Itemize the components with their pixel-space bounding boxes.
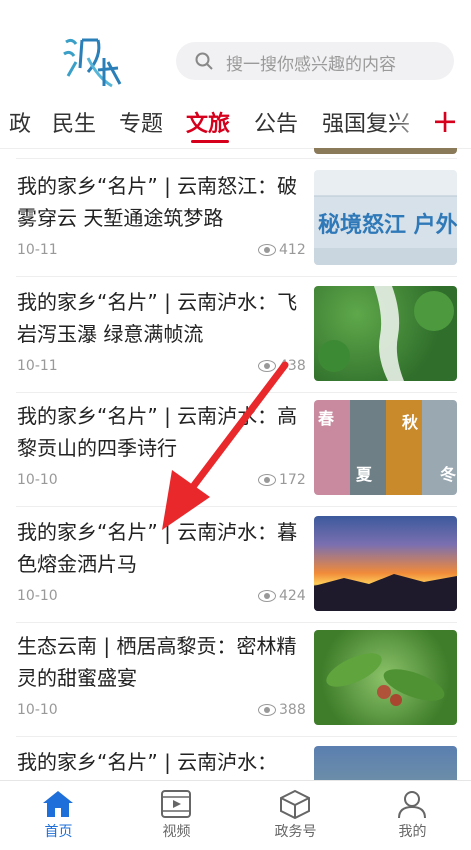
tab-special[interactable]: 专题 — [119, 106, 163, 138]
article-title: 我的家乡“名片” | 云南泸水：飞岩泻玉瀑 绿意满帧流 — [17, 290, 298, 346]
article-title: 我的家乡“名片” | 云南怒江：破雾穿云 天堑通途筑梦路 — [17, 174, 298, 230]
article-date: 10-11 — [17, 358, 58, 374]
article-thumbnail — [314, 286, 457, 381]
tab-culture-tourism[interactable]: 文旅 — [186, 106, 230, 138]
video-icon — [161, 790, 191, 818]
article-item[interactable]: 生态云南 | 栖居高黎贡：密林精灵的甜蜜盛宴 10-10 388 — [0, 620, 471, 734]
home-icon — [43, 791, 73, 817]
eye-icon — [258, 474, 276, 486]
nav-profile-label: 我的 — [398, 824, 427, 840]
thumbnail-text: 秘境怒江 户外天 — [318, 212, 457, 238]
tab-livelihood[interactable]: 民生 — [52, 106, 96, 138]
nav-home-label: 首页 — [44, 824, 73, 840]
eye-icon — [258, 360, 276, 372]
nav-government[interactable]: 政务号 — [237, 781, 354, 841]
article-thumbnail: 春 夏 秋 冬 — [314, 400, 457, 495]
divider — [16, 158, 457, 159]
article-thumbnail — [314, 516, 457, 611]
app-logo — [63, 38, 122, 88]
tabs-fade — [392, 100, 430, 146]
active-tab-indicator — [191, 140, 229, 143]
article-title: 我的家乡“名片” | 云南泸水：暮色熔金洒片马 — [17, 520, 298, 576]
search-placeholder: 搜一搜你感兴趣的内容 — [226, 55, 396, 75]
search-bar[interactable]: 搜一搜你感兴趣的内容 — [176, 42, 454, 80]
tab-announcement[interactable]: 公告 — [254, 106, 298, 138]
bottom-navigation: 首页 视频 政务号 我的 — [0, 780, 471, 841]
cube-icon — [280, 789, 310, 819]
view-count: 438 — [258, 358, 306, 374]
view-count: 424 — [258, 588, 306, 604]
eye-icon — [258, 244, 276, 256]
article-thumbnail — [314, 630, 457, 725]
eye-icon — [258, 704, 276, 716]
header: 搜一搜你感兴趣的内容 — [0, 0, 471, 100]
article-item[interactable]: 我的家乡“名片” | 云南泸水：高黎贡山的四季诗行 10-10 172 春 夏 … — [0, 390, 471, 504]
add-channel-button[interactable]: + — [430, 104, 460, 138]
article-title: 生态云南 | 栖居高黎贡：密林精灵的甜蜜盛宴 — [17, 634, 297, 690]
article-thumbnail: 秘境怒江 户外天 — [314, 170, 457, 265]
view-count: 172 — [258, 472, 306, 488]
search-icon — [195, 52, 213, 70]
view-count: 412 — [258, 242, 306, 258]
season-autumn: 秋 — [402, 413, 419, 432]
nav-video-label: 视频 — [162, 824, 191, 840]
season-summer: 夏 — [355, 465, 373, 484]
nav-profile[interactable]: 我的 — [354, 781, 471, 841]
article-item[interactable]: 我的家乡“名片” | 云南泸水：飞岩泻玉瀑 绿意满帧流 10-11 438 — [0, 276, 471, 390]
article-date: 10-10 — [17, 588, 58, 604]
article-date: 10-10 — [17, 702, 58, 718]
season-spring: 春 — [317, 409, 335, 428]
article-title: 我的家乡“名片” | 云南泸水： — [17, 750, 278, 774]
season-winter: 冬 — [440, 465, 456, 484]
eye-icon — [258, 590, 276, 602]
article-title: 我的家乡“名片” | 云南泸水：高黎贡山的四季诗行 — [17, 404, 298, 460]
user-icon — [398, 791, 426, 819]
article-item[interactable]: 我的家乡“名片” | 云南怒江：破雾穿云 天堑通途筑梦路 10-11 412 秘… — [0, 160, 471, 274]
view-count: 388 — [258, 702, 306, 718]
article-date: 10-10 — [17, 472, 58, 488]
tab-politics[interactable]: 政 — [9, 106, 31, 138]
nav-video[interactable]: 视频 — [118, 781, 235, 841]
article-item[interactable]: 我的家乡“名片” | 云南泸水：暮色熔金洒片马 10-10 424 — [0, 506, 471, 620]
nav-government-label: 政务号 — [274, 824, 317, 840]
article-date: 10-11 — [17, 242, 58, 258]
nav-home[interactable]: 首页 — [0, 781, 117, 841]
previous-thumbnail-edge — [314, 148, 457, 154]
